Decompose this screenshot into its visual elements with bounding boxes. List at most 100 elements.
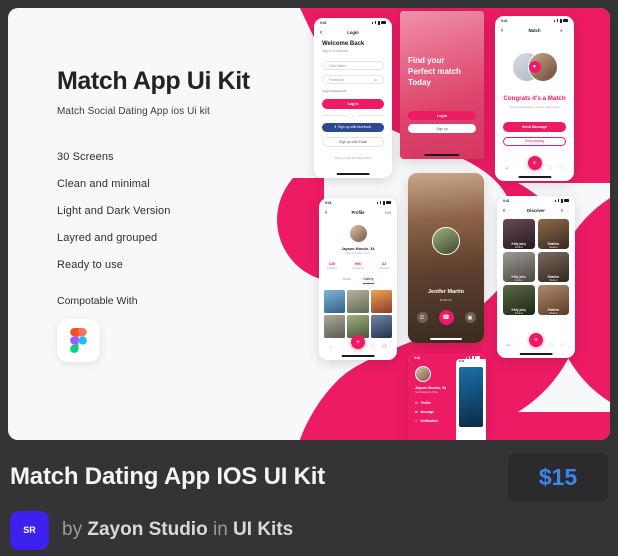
discover-card[interactable]: Shakira Student xyxy=(537,252,569,282)
tab-about[interactable]: About xyxy=(342,277,351,284)
card-sub: Student xyxy=(549,311,558,315)
photo-thumb[interactable] xyxy=(347,289,369,313)
profile-icon[interactable]: ⚇ xyxy=(560,342,564,348)
kit-title: Match App Ui Kit xyxy=(57,67,250,95)
facebook-icon: f xyxy=(334,125,336,130)
profile-avatar xyxy=(348,224,368,243)
screen-discover[interactable]: 9:41 ‹ Discover ⇪ ≡ Kitty jony Student S… xyxy=(497,196,575,358)
profile-icon[interactable]: ⚇ xyxy=(382,344,386,350)
facebook-label: Sign up with facebook xyxy=(337,125,372,130)
message-icon[interactable]: ▢ xyxy=(547,165,552,171)
status-bar: 9:41 xyxy=(408,353,486,362)
status-icons xyxy=(553,18,568,23)
compatible-with-label: Compotable With xyxy=(57,294,138,307)
username-input[interactable]: User Name xyxy=(322,61,384,70)
status-time: 9:41 xyxy=(320,20,327,25)
status-icons xyxy=(465,355,480,360)
discover-card[interactable]: Shakira Student xyxy=(537,285,569,315)
status-bar: 9:41 xyxy=(497,196,575,205)
feature-item: Ready to use xyxy=(57,258,124,271)
message-icon: ✉ xyxy=(415,410,418,414)
photo-thumb[interactable] xyxy=(324,289,346,313)
login-button[interactable]: Log in xyxy=(322,99,384,109)
terms-link[interactable]: Terms of Use & Privacy Policy xyxy=(314,156,392,160)
caller-name: Jenifer Martin xyxy=(427,289,465,295)
eye-icon[interactable]: ◉ xyxy=(374,78,377,82)
onboarding-signup-button[interactable]: Sign up xyxy=(408,124,476,133)
password-input[interactable]: Password ◉ xyxy=(322,75,384,84)
heart-icon[interactable]: ♡ xyxy=(515,165,519,171)
self-view-thumbnail[interactable] xyxy=(432,227,460,256)
message-icon[interactable]: ▢ xyxy=(371,344,376,350)
end-call-icon[interactable]: ☎ xyxy=(438,310,454,325)
in-word: in xyxy=(212,519,228,540)
home-icon[interactable]: ⌂ xyxy=(505,165,508,171)
onboarding-line-2: Perfect match xyxy=(408,66,461,76)
discover-card[interactable]: Kitty jony Student xyxy=(503,219,535,249)
card-sub: Student xyxy=(514,278,523,282)
nav-title: Login xyxy=(347,30,359,35)
drawer-item-notification[interactable]: ♫ Notification xyxy=(415,419,486,423)
drawer-item-message[interactable]: ✉ Message xyxy=(415,410,486,414)
forgot-password-link[interactable]: Forgot Password? xyxy=(314,89,392,93)
home-icon[interactable]: ⌂ xyxy=(329,344,332,350)
screen-login[interactable]: 9:41 ‹ Login Welcome Back Sign in to con… xyxy=(314,18,392,178)
feature-item: Light and Dark Version xyxy=(57,204,171,217)
profile-photo-grid[interactable] xyxy=(319,289,397,338)
status-time: 9:41 xyxy=(503,198,510,203)
facebook-signup-button[interactable]: f Sign up with facebook xyxy=(322,122,384,132)
category-link[interactable]: UI Kits xyxy=(233,519,293,540)
stat-value: 32 xyxy=(381,261,387,266)
add-fab-button[interactable]: + xyxy=(529,333,543,347)
photo-thumb[interactable] xyxy=(370,289,392,313)
status-bar: 9:41 xyxy=(495,16,574,25)
kit-info-column: Match App Ui Kit Match Social Dating App… xyxy=(57,67,302,362)
add-fab-button[interactable]: + xyxy=(351,335,365,349)
profile-icon[interactable]: ⚇ xyxy=(559,165,563,171)
status-time: 9:41 xyxy=(325,200,332,205)
send-message-button[interactable]: Send Message xyxy=(503,122,566,132)
card-sub: Student xyxy=(514,245,523,249)
profile-location: San Francisco, USA xyxy=(346,252,370,255)
feature-item: 30 Screens xyxy=(57,150,114,163)
onboarding-login-button[interactable]: Login xyxy=(408,111,476,120)
author-link[interactable]: Zayon Studio xyxy=(87,519,207,540)
stat-label: Favorites xyxy=(378,267,390,270)
hero-image-card[interactable]: Match App Ui Kit Match Social Dating App… xyxy=(8,8,610,440)
camera-icon[interactable]: ▣ xyxy=(464,312,476,323)
byline-text: by Zayon Studio in UI Kits xyxy=(62,519,293,541)
message-icon[interactable]: ▢ xyxy=(549,342,554,348)
home-icon[interactable]: ⌂ xyxy=(507,342,510,348)
status-icons xyxy=(371,20,386,25)
heart-icon[interactable]: ♡ xyxy=(517,342,521,348)
photo-thumb[interactable] xyxy=(370,314,392,338)
discover-card-grid[interactable]: Kitty jony Student Shakira Student Kitty… xyxy=(497,219,575,315)
photo-thumb[interactable] xyxy=(324,314,346,338)
drawer-item-profile[interactable]: ⚇ Profile xyxy=(415,401,486,405)
screen-onboarding[interactable]: Find your Perfect match Today Login Sign… xyxy=(400,11,484,159)
keep-playing-button[interactable]: Keep playing xyxy=(503,136,566,146)
home-indicator xyxy=(519,353,553,355)
email-signup-button[interactable]: Sign up with Email xyxy=(322,137,384,147)
byline-row: SR by Zayon Studio in UI Kits xyxy=(10,510,293,550)
status-icons xyxy=(554,198,569,203)
discover-card[interactable]: Kitty jony Student xyxy=(503,285,535,315)
discover-card[interactable]: Kitty jony Student xyxy=(503,252,535,282)
kit-subtitle: Match Social Dating App ios Ui kit xyxy=(57,105,210,117)
or-divider: or xyxy=(351,113,355,118)
stat-value: 900 xyxy=(354,261,362,266)
discover-card[interactable]: Shakira Student xyxy=(537,219,569,249)
screen-video-call[interactable]: Jenifer Martin 01:35 min ⎚ ☎ ▣ xyxy=(408,173,484,343)
by-prefix: by xyxy=(62,519,83,540)
price-badge[interactable]: $15 xyxy=(508,452,608,502)
screen-match[interactable]: 9:41 ‹ Match ♥ ≡ ♥ Congrats it's a Match… xyxy=(495,16,574,181)
heart-icon[interactable]: ♡ xyxy=(339,344,343,350)
add-fab-button[interactable]: + xyxy=(527,156,542,170)
mic-off-icon[interactable]: ⎚ xyxy=(416,312,428,323)
feature-list: 30 Screens Clean and minimal Light and D… xyxy=(57,151,302,271)
screen-drawer[interactable]: 9:41 9:41 Jayson Mooris, 34 San Francisc… xyxy=(408,353,486,440)
screen-profile[interactable]: 9:41 ‹ Profile Edit Jayson Mooris, 34 Sa… xyxy=(319,198,397,360)
author-avatar[interactable]: SR xyxy=(10,510,49,550)
home-indicator xyxy=(341,355,375,357)
tab-gallery[interactable]: Gallery xyxy=(363,277,374,284)
